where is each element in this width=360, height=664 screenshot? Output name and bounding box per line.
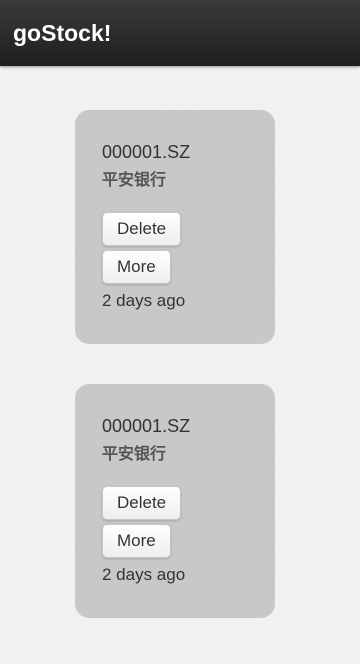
timestamp: 2 days ago <box>102 565 186 584</box>
stock-name: 平安银行 <box>102 170 167 189</box>
more-button[interactable]: More <box>102 250 171 284</box>
timestamp: 2 days ago <box>102 291 186 310</box>
app-title: goStock! <box>13 20 112 46</box>
stock-ticker: 000001.SZ <box>102 142 191 162</box>
stock-card: 000001.SZ 平安银行 Delete More 2 days ago <box>75 110 275 344</box>
delete-button[interactable]: Delete <box>102 486 182 520</box>
more-button[interactable]: More <box>102 524 171 558</box>
stock-ticker: 000001.SZ <box>102 416 191 436</box>
delete-button[interactable]: Delete <box>102 212 182 246</box>
app-header: goStock! <box>0 0 360 66</box>
stock-card: 000001.SZ 平安银行 Delete More 2 days ago <box>75 384 275 618</box>
stock-name: 平安银行 <box>102 444 167 463</box>
